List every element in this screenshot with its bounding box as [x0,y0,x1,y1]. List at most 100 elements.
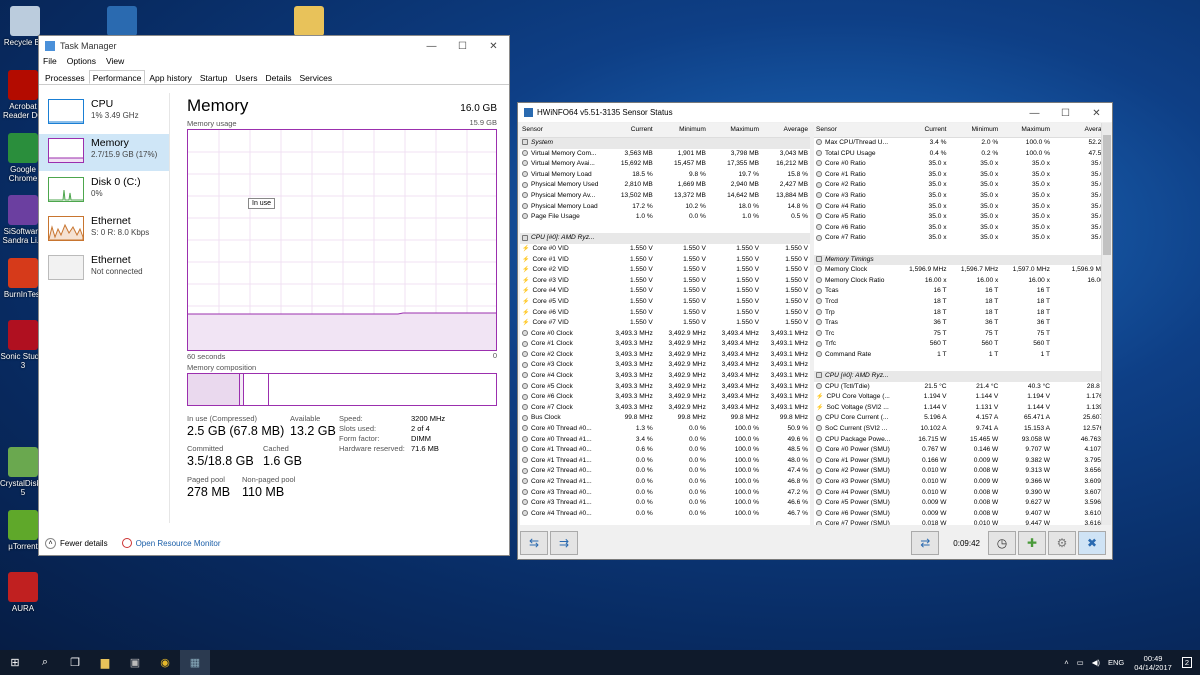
sensor-row[interactable]: Virtual Memory Avai... 15,692 MB 15,457 MB… [520,159,810,170]
sensor-row[interactable]: Memory Clock Ratio 16.00 x 16.00 x 16.00 x1… [814,276,1111,287]
desktop-icon[interactable]: AURA [0,572,46,613]
sensor-row[interactable]: Core #2 Thread #0... 0.0 % 0.0 % 100.0 % 47.… [520,466,810,477]
sensor-row[interactable]: Virtual Memory Load 18.5 % 9.8 % 19.7 % 15.8… [520,170,810,181]
sensor-row[interactable]: Memory Clock 1,596.9 MHz 1,596.7 MHz 1,597.… [814,265,1111,276]
tab-services[interactable]: Services [295,70,336,84]
sensor-row[interactable]: Trp 18 T 18 T 18 T [814,308,1111,319]
sensor-group-row[interactable]: CPU [#0]: AMD Ryz... [814,371,1111,382]
open-resource-monitor-link[interactable]: Open Resource Monitor [136,539,221,548]
sensor-row[interactable]: Trfc 560 T 560 T 560 T [814,339,1111,350]
sensor-row[interactable]: ⚡ Core #2 VID 1.550 V 1.550 V 1.550 V 1.550 V [520,265,810,276]
column-header[interactable]: Minimum [654,123,708,138]
sensor-pane-left[interactable]: Sensor Current Minimum Maximum Average System… [520,123,810,525]
sensor-row[interactable]: CPU Package Powe... 16.715 W 15.465 W 93.05… [814,435,1111,446]
minimize-button[interactable]: — [416,36,447,56]
chevron-up-icon[interactable]: ˄ [1064,658,1068,667]
sensor-row[interactable]: Core #3 Ratio35.0 x35.0 x35.0 x35.0 x [814,191,1111,202]
language-indicator[interactable]: ENG [1108,658,1124,667]
resource-memory[interactable]: Memory 2.7/15.9 GB (17%) [39,134,169,171]
sensor-row[interactable]: Bus Clock 99.8 MHz 99.8 MHz 99.8 MHz 99.8 MH… [520,413,810,424]
resource-cpu[interactable]: CPU 1% 3.49 GHz [39,95,169,132]
sensor-row[interactable]: Core #0 Power (SMU) 0.767 W 0.146 W 9.707 W… [814,445,1111,456]
sensor-row[interactable]: Total CPU Usage 0.4 % 0.2 % 100.0 % 47.5 % [814,149,1111,160]
spacer-row[interactable] [814,244,1111,255]
volume-icon[interactable]: ◀) [1092,658,1100,667]
maximize-button[interactable]: ☐ [447,36,478,56]
sensor-row[interactable]: Physical Memory Used 2,810 MB 1,669 MB 2,94… [520,180,810,191]
sensor-row[interactable]: Tras 36 T 36 T 36 T [814,318,1111,329]
sensor-row[interactable]: Core #1 Thread #0... 0.6 % 0.0 % 100.0 % 48.… [520,445,810,456]
sensor-row[interactable]: Core #7 Ratio35.0 x35.0 x35.0 x35.0 x [814,233,1111,244]
hwinfo-titlebar[interactable]: HWiNFO64 v5.51-3135 Sensor Status — ☐ ✕ [518,103,1112,122]
close-button[interactable]: ✕ [478,36,509,56]
sensor-row[interactable]: ⚡ Core #7 VID 1.550 V 1.550 V 1.550 V 1.550 V [520,318,810,329]
sensor-row[interactable]: Core #1 Clock 3,493.3 MHz 3,492.9 MHz 3,493… [520,339,810,350]
network-tray-icon[interactable]: ▭ [1077,658,1084,667]
tab-details[interactable]: Details [262,70,296,84]
sensor-row[interactable]: Core #4 Ratio35.0 x35.0 x35.0 x35.0 x [814,202,1111,213]
task-view-icon[interactable]: ❐ [60,650,90,675]
task-manager-titlebar[interactable]: Task Manager — ☐ ✕ [39,36,509,56]
tab-users[interactable]: Users [231,70,261,84]
chevron-up-icon[interactable]: ˄ [45,537,56,549]
sensor-row[interactable]: Core #0 Ratio35.0 x35.0 x35.0 x35.0 x [814,159,1111,170]
menu-file[interactable]: File [43,56,57,70]
sensor-row[interactable]: Core #7 Power (SMU) 0.018 W 0.010 W 9.447 W… [814,519,1111,525]
sensor-row[interactable]: Core #2 Thread #1... 0.0 % 0.0 % 100.0 % 46.… [520,477,810,488]
sensor-row[interactable]: Core #6 Ratio35.0 x35.0 x35.0 x35.0 x [814,223,1111,234]
memory-usage-graph[interactable]: In use [187,129,497,351]
column-header[interactable]: Maximum [707,123,761,138]
sensor-row[interactable]: ⚡ Core #3 VID 1.550 V 1.550 V 1.550 V 1.550 V [520,276,810,287]
column-header[interactable]: Current [896,123,949,138]
sensor-row[interactable]: Core #1 Power (SMU) 0.166 W 0.009 W 9.382 W… [814,456,1111,467]
sensor-row[interactable]: Core #3 Thread #1... 0.0 % 0.0 % 100.0 % 46.… [520,498,810,509]
sensor-row[interactable]: Page File Usage 1.0 % 0.0 % 1.0 % 0.5 % [520,212,810,223]
sensor-row[interactable]: Core #1 Thread #1... 0.0 % 0.0 % 100.0 % 48.… [520,456,810,467]
sensor-row[interactable]: ⚡ Core #6 VID 1.550 V 1.550 V 1.550 V 1.550 V [520,308,810,319]
sensor-row[interactable]: Core #3 Power (SMU) 0.010 W 0.009 W 9.366 W… [814,477,1111,488]
tab-startup[interactable]: Startup [196,70,231,84]
sensor-row[interactable]: Core #4 Thread #0... 0.0 % 0.0 % 100.0 % 46.… [520,509,810,520]
desktop-icon[interactable] [286,6,332,38]
memory-composition-bar[interactable] [187,373,497,406]
sensor-row[interactable]: Tcas 16 T 16 T 16 T [814,286,1111,297]
sensor-row[interactable]: ⚡ Core #1 VID 1.550 V 1.550 V 1.550 V 1.550 V [520,255,810,266]
maximize-button[interactable]: ☐ [1050,103,1081,123]
add-report-icon[interactable]: ✚ [1018,531,1046,555]
device-icon[interactable]: ▣ [120,650,150,675]
sensor-row[interactable]: SoC Current (SVI2 ... 10.102 A 9.741 A 15.1… [814,424,1111,435]
column-header[interactable]: Minimum [948,123,1001,138]
sensor-row[interactable]: ⚡ Core #5 VID 1.550 V 1.550 V 1.550 V 1.550 V [520,297,810,308]
sensor-row[interactable]: Physical Memory Load 17.2 % 10.2 % 18.0 % 14… [520,202,810,213]
sensor-row[interactable]: Core #2 Ratio35.0 x35.0 x35.0 x35.0 x [814,180,1111,191]
sensor-row[interactable]: Virtual Memory Com... 3,563 MB 1,901 MB 3,7… [520,149,810,160]
column-header[interactable]: Average [760,123,810,138]
sensor-row[interactable]: Trc 75 T 75 T 75 T [814,329,1111,340]
column-header[interactable]: Maximum [1000,123,1052,138]
arrows-left-right-icon[interactable]: ⇆ [520,531,548,555]
close-sensor-icon[interactable]: ✖ [1078,531,1106,555]
column-header[interactable]: Sensor [520,123,602,138]
sensor-row[interactable]: Core #0 Clock 3,493.3 MHz 3,492.9 MHz 3,493… [520,329,810,340]
sensor-row[interactable]: Command Rate 1 T 1 T 1 T [814,350,1111,361]
clock[interactable]: 00:49 04/14/2017 [1134,654,1172,672]
sensor-row[interactable]: CPU (Tctl/Tdie) 21.5 °C 21.4 °C 40.3 °C 28.8… [814,382,1111,393]
sensor-row[interactable]: Max CPU/Thread U... 3.4 % 2.0 % 100.0 % 52.2… [814,138,1111,149]
tab-app-history[interactable]: App history [145,70,196,84]
search-icon[interactable]: ⌕ [30,650,60,675]
sensor-pane-right[interactable]: Sensor Current Minimum Maximum Average Max CP… [814,123,1111,525]
sensor-row[interactable]: Physical Memory Av... 13,502 MB 13,372 MB 1… [520,191,810,202]
start-windows-icon[interactable]: ⊞ [0,650,30,675]
sensor-row[interactable]: Core #3 Thread #0... 0.0 % 0.0 % 100.0 % 47.… [520,488,810,499]
sensor-row[interactable]: Core #4 Power (SMU) 0.010 W 0.008 W 9.390 W… [814,488,1111,499]
clock-icon[interactable]: ◷ [988,531,1016,555]
column-header[interactable]: Sensor [814,123,897,138]
resource-ethernet[interactable]: Ethernet S: 0 R: 8.0 Kbps [39,212,169,249]
notification-icon[interactable]: 2 [1181,657,1192,668]
close-button[interactable]: ✕ [1081,103,1112,123]
sensor-row[interactable]: Core #6 Clock 3,493.3 MHz 3,492.9 MHz 3,493… [520,392,810,403]
sensor-row[interactable]: Core #2 Power (SMU) 0.010 W 0.008 W 9.313 W… [814,466,1111,477]
chrome-taskbar-icon[interactable]: ◉ [150,650,180,675]
sensor-row[interactable]: Core #3 Clock 3,493.3 MHz 3,492.9 MHz 3,493… [520,360,810,371]
sensor-row[interactable]: ⚡ Core #4 VID 1.550 V 1.550 V 1.550 V 1.550 V [520,286,810,297]
